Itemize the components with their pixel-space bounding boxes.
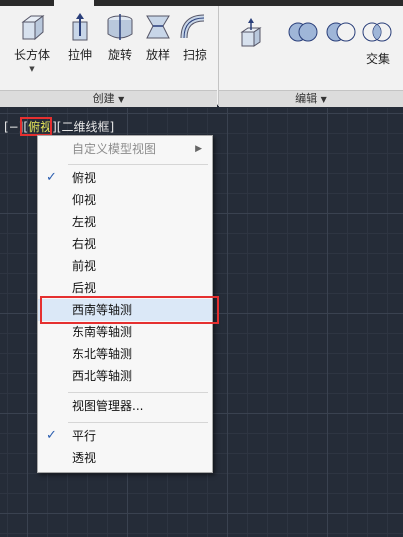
extrude-label: 拉伸 [67, 48, 92, 62]
loft-button[interactable]: 放样 [140, 12, 176, 63]
box-button[interactable]: 长方体 ▼ [10, 12, 54, 73]
panel-create-footer[interactable]: 创建 ▼ [0, 90, 217, 107]
loft-label: 放样 [145, 48, 170, 62]
sweep-button[interactable]: 扫掠 [176, 12, 214, 63]
menu-item-bottom[interactable]: 仰视 [38, 189, 212, 211]
union-button[interactable] [288, 20, 318, 44]
checkmark-icon: ✓ [46, 428, 57, 443]
subtract-icon [326, 22, 356, 42]
menu-item-parallel[interactable]: ✓ 平行 [38, 425, 212, 447]
chevron-down-icon: ▼ [118, 95, 125, 104]
intersect-button[interactable] [362, 20, 392, 44]
menu-item-se-isometric[interactable]: 东南等轴测 [38, 321, 212, 343]
box-dropdown-icon[interactable]: ▼ [10, 65, 54, 73]
box-label: 长方体 [13, 48, 50, 62]
intersect-label: 交集 [366, 52, 391, 66]
viewport-separator: ][ [52, 120, 62, 134]
revolve-label: 旋转 [107, 48, 132, 62]
panel-edit-title: 编辑 [295, 92, 318, 105]
box-icon [17, 12, 47, 42]
revolve-icon [105, 12, 135, 42]
menu-item-custom-model-views[interactable]: 自定义模型视图 ▶ [38, 138, 212, 160]
checkmark-icon: ✓ [46, 170, 57, 185]
loft-icon [143, 12, 173, 42]
revolve-button[interactable]: 旋转 [100, 12, 140, 63]
viewport-visual-style[interactable]: 二维线框 [62, 120, 110, 134]
menu-item-top[interactable]: ✓ 俯视 [38, 167, 212, 189]
sweep-icon [180, 12, 210, 42]
panel-create-title: 创建 [92, 92, 115, 105]
menu-item-left[interactable]: 左视 [38, 211, 212, 233]
ribbon: 长方体 ▼ 拉伸 旋转 放样 扫掠 交集 创建 ▼ 编辑 ▼ [0, 6, 403, 107]
highlight-box-sw-isometric [40, 296, 219, 324]
subtract-button[interactable] [326, 20, 356, 44]
viewport-suffix: ] [109, 120, 115, 134]
menu-item-front[interactable]: 前视 [38, 255, 212, 277]
menu-divider [68, 392, 208, 393]
panel-edit-footer[interactable]: 编辑 ▼ [219, 90, 403, 107]
extrude-icon [65, 12, 95, 42]
menu-item-nw-isometric[interactable]: 西北等轴测 [38, 365, 212, 387]
chevron-right-icon: ▶ [195, 144, 202, 154]
union-icon [288, 22, 318, 42]
sweep-label: 扫掠 [182, 48, 207, 62]
menu-item-view-manager[interactable]: 视图管理器... [38, 395, 212, 417]
chevron-down-icon: ▼ [320, 95, 327, 104]
intersect-icon [362, 22, 392, 42]
menu-item-perspective[interactable]: 透视 [38, 447, 212, 469]
extrude-button[interactable]: 拉伸 [62, 12, 98, 63]
menu-item-right[interactable]: 右视 [38, 233, 212, 255]
menu-divider [68, 164, 208, 165]
press-pull-icon [240, 18, 262, 47]
highlight-box-view-control [20, 117, 52, 136]
menu-divider [68, 422, 208, 423]
press-pull-button[interactable] [238, 18, 268, 48]
menu-item-ne-isometric[interactable]: 东北等轴测 [38, 343, 212, 365]
